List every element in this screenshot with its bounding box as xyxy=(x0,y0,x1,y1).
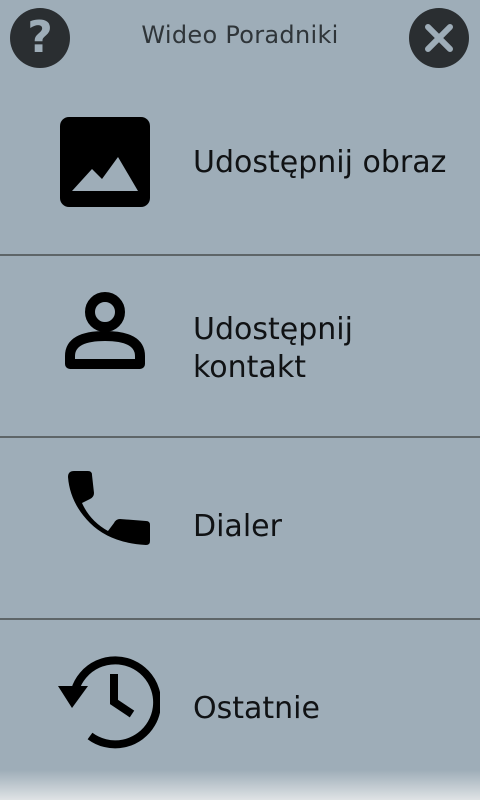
close-button[interactable] xyxy=(409,8,469,68)
menu-list: Udostępnij obraz Udostępnij kontakt Dial… xyxy=(0,74,480,796)
menu-item-dialer[interactable]: Dialer xyxy=(0,438,480,620)
person-icon xyxy=(65,292,145,369)
menu-item-share-contact[interactable]: Udostępnij kontakt xyxy=(0,256,480,438)
history-icon xyxy=(58,656,160,749)
menu-item-label: Ostatnie xyxy=(193,691,320,726)
bottom-fade xyxy=(0,770,480,800)
close-icon xyxy=(425,24,453,52)
menu-item-label: Udostępnij kontakt xyxy=(193,312,353,385)
phone-icon xyxy=(68,471,150,545)
menu-item-label: Udostępnij obraz xyxy=(193,145,447,180)
menu-item-label: Dialer xyxy=(193,509,282,544)
page-title: Wideo Poradniki xyxy=(141,21,339,49)
image-icon xyxy=(60,117,150,207)
menu-item-share-image[interactable]: Udostępnij obraz xyxy=(0,74,480,256)
header: ? Wideo Poradniki xyxy=(0,0,480,74)
